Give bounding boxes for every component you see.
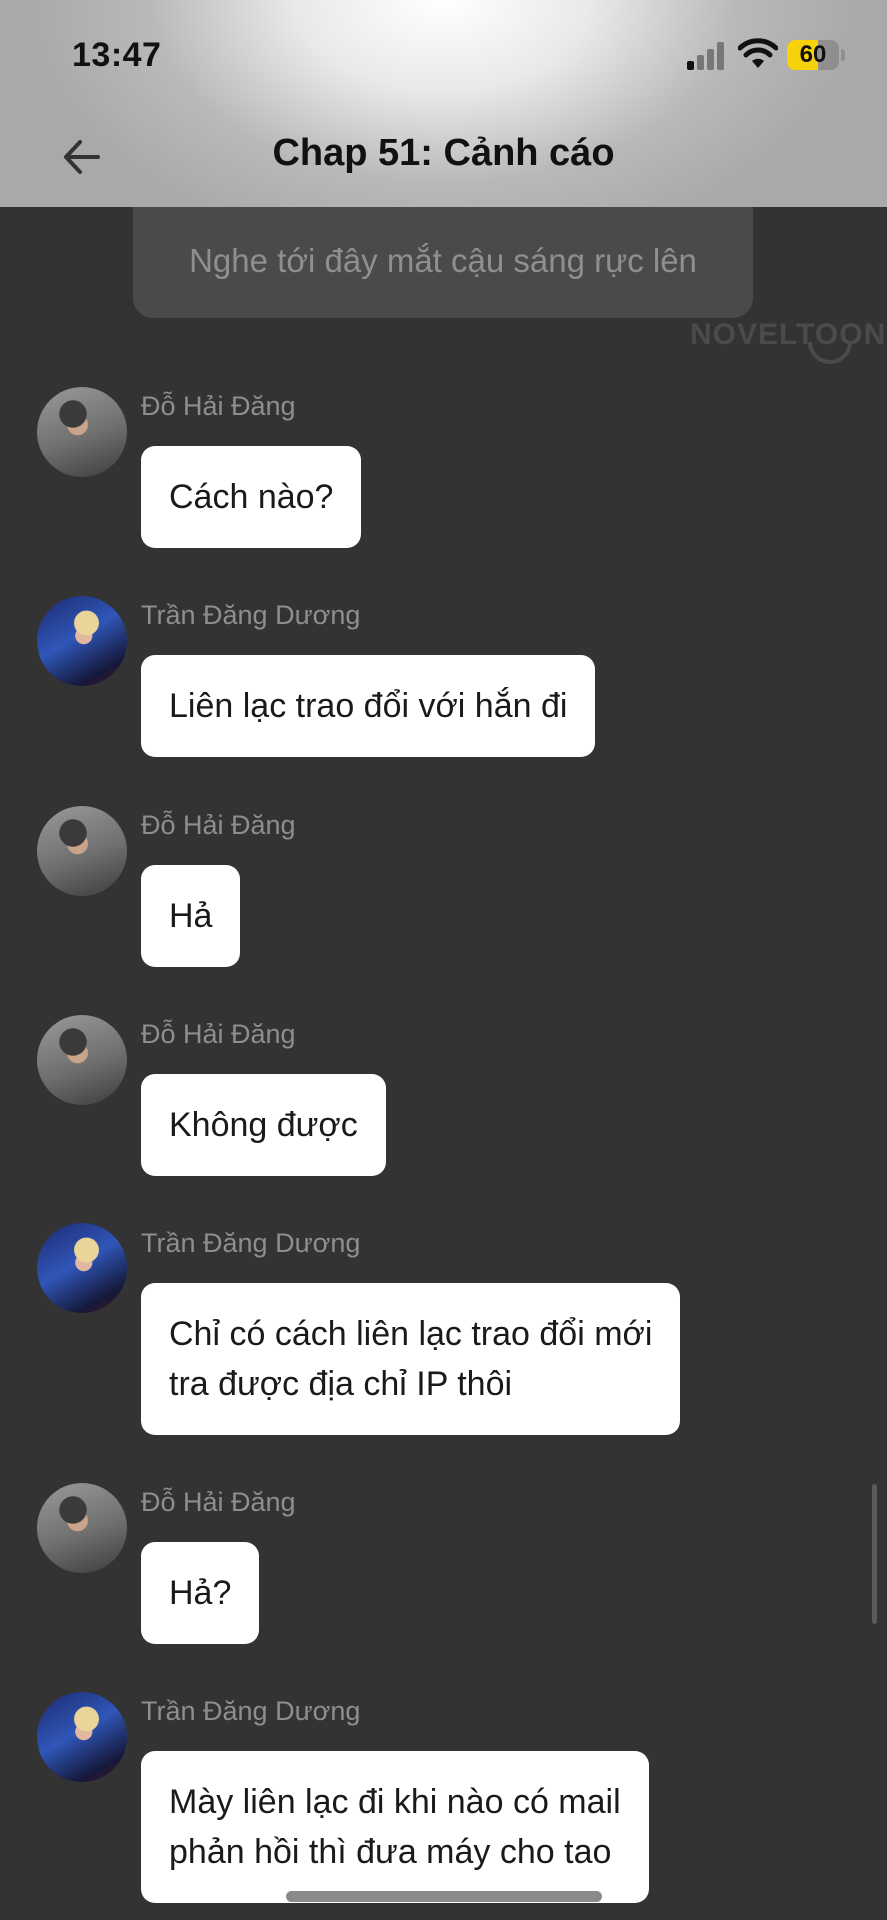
status-time: 13:47	[72, 36, 162, 74]
battery-icon: 60	[787, 40, 839, 70]
sender-name: Trần Đăng Dương	[141, 600, 361, 630]
message-bubble: Hả?	[141, 1542, 260, 1644]
battery-level: 60	[799, 41, 827, 68]
wifi-icon	[738, 38, 778, 68]
watermark-smile-icon	[808, 342, 852, 364]
sender-name: Đỗ Hải Đăng	[141, 810, 296, 840]
narration-bubble: Nghe tới đây mắt cậu sáng rực lên	[133, 200, 753, 318]
message-bubble: Chỉ có cách liên lạc trao đổi mới tra đư…	[141, 1283, 681, 1435]
avatar[interactable]	[37, 387, 127, 477]
sender-name: Đỗ Hải Đăng	[141, 391, 296, 421]
header-bar: 13:47 60 Chap 51: Cảnh cáo	[0, 0, 887, 207]
sender-name: Đỗ Hải Đăng	[141, 1487, 296, 1517]
scrollbar[interactable]	[872, 1484, 877, 1624]
sender-name: Đỗ Hải Đăng	[141, 1019, 296, 1049]
avatar[interactable]	[37, 596, 127, 686]
chapter-title: Chap 51: Cảnh cáo	[272, 132, 615, 174]
message-bubble: Mày liên lạc đi khi nào có mail phản hồi…	[141, 1751, 649, 1903]
home-indicator[interactable]	[286, 1891, 602, 1902]
sender-name: Trần Đăng Dương	[141, 1228, 361, 1258]
avatar[interactable]	[37, 1483, 127, 1573]
avatar[interactable]	[37, 1015, 127, 1105]
message-bubble: Hả	[141, 865, 241, 967]
watermark-logo: NOVELTOON	[690, 318, 887, 351]
message-bubble: Cách nào?	[141, 446, 362, 548]
message-bubble: Không được	[141, 1074, 386, 1176]
avatar[interactable]	[37, 1223, 127, 1313]
sender-name: Trần Đăng Dương	[141, 1696, 361, 1726]
cellular-signal-icon	[687, 40, 727, 70]
avatar[interactable]	[37, 806, 127, 896]
battery-cap	[841, 49, 845, 61]
message-bubble: Liên lạc trao đổi với hắn đi	[141, 655, 596, 757]
avatar[interactable]	[37, 1692, 127, 1782]
